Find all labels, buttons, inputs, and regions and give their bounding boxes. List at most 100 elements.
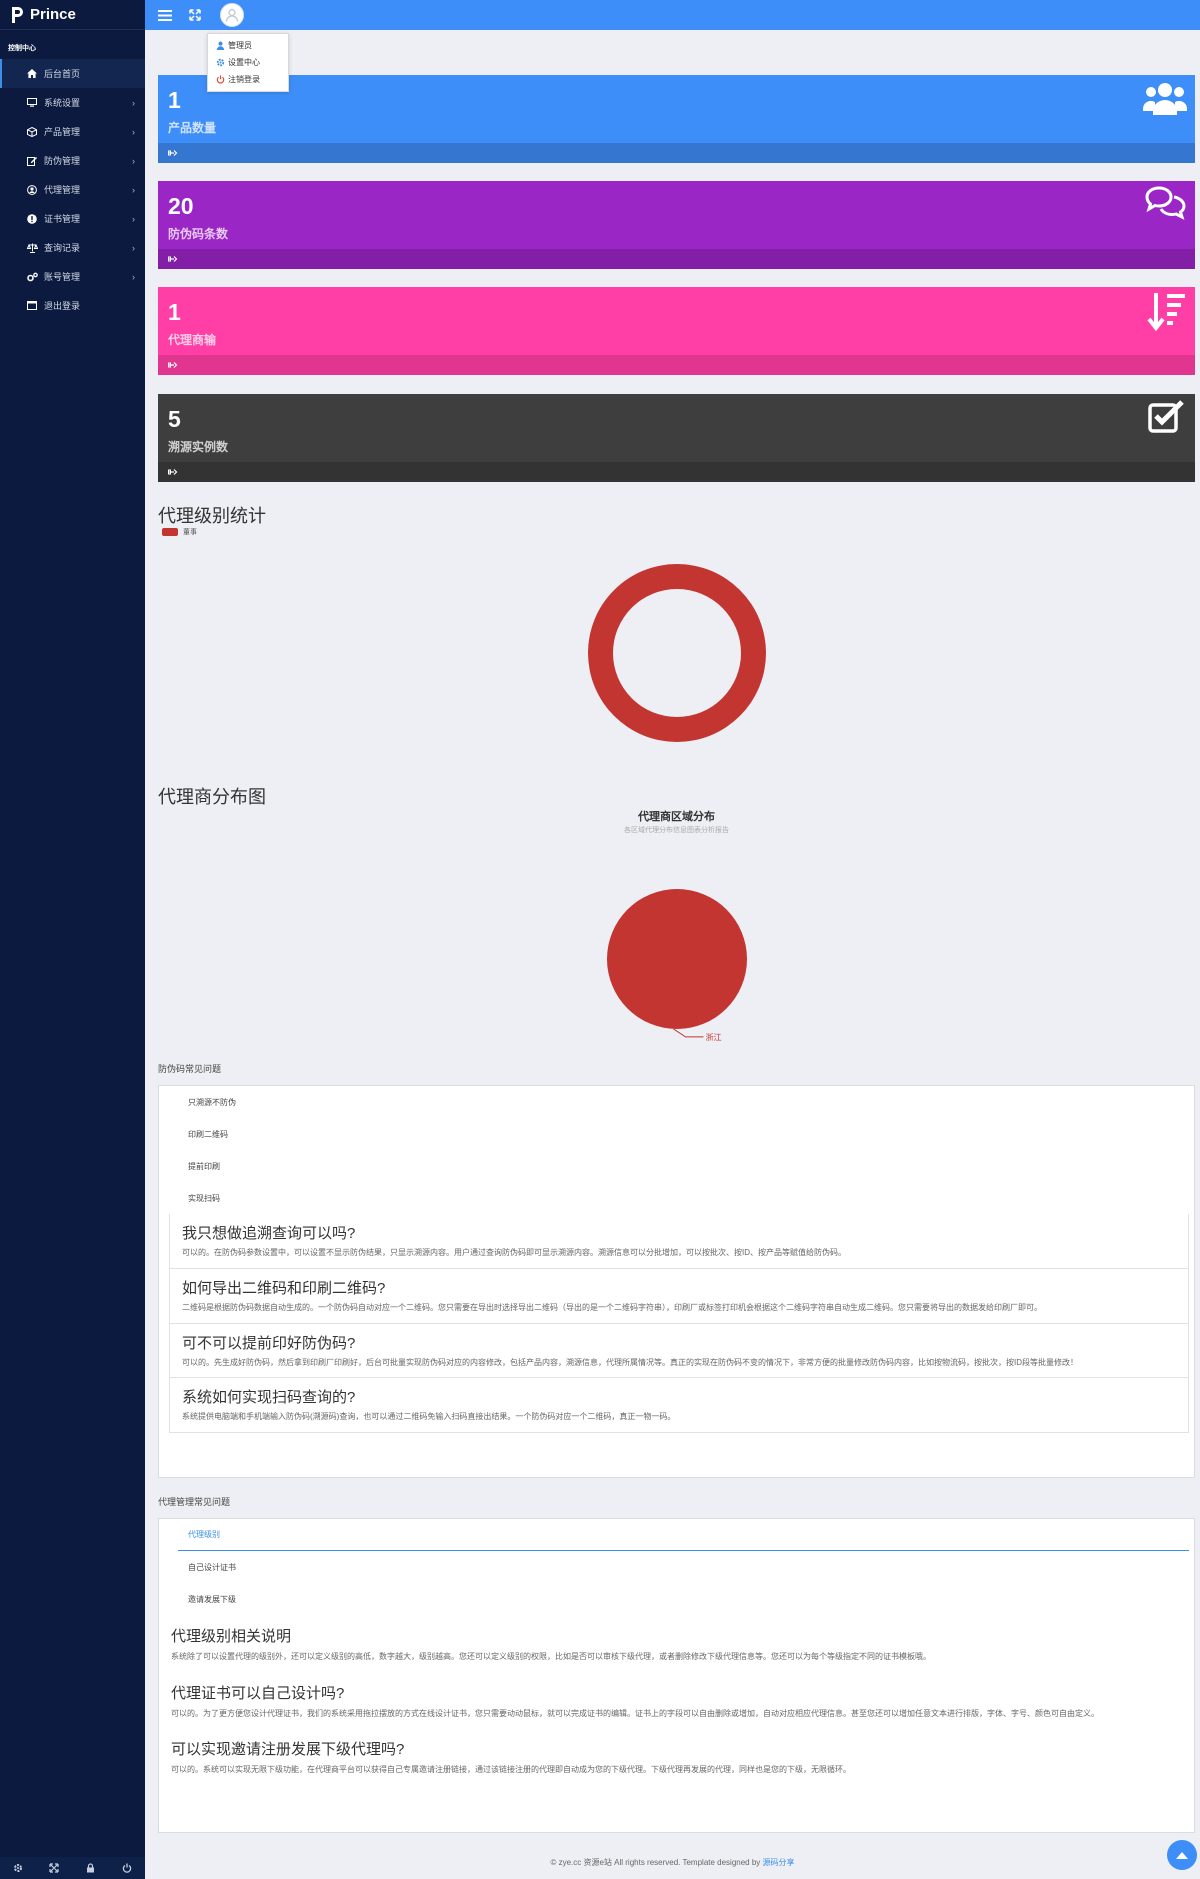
sidebar-item-certificates[interactable]: 证书管理 ›: [0, 204, 145, 233]
stat-card-agents[interactable]: 1 代理商输: [158, 287, 1195, 375]
stat-footer[interactable]: [158, 355, 1195, 375]
menu-toggle-button[interactable]: [150, 0, 180, 30]
faq-answer: 系统除了可以设置代理的级别外，还可以定义级别的高低，数字越大，级别越高。您还可以…: [171, 1652, 931, 1661]
tab-scan-code[interactable]: 实现扫码: [159, 1182, 1194, 1214]
sidebar-item-label: 账号管理: [44, 272, 81, 282]
tab-invite-subordinate[interactable]: 邀请发展下级: [159, 1583, 1194, 1615]
user-circle-icon: [26, 184, 38, 195]
stat-value: 1: [168, 299, 181, 325]
faq-answer: 二维码是根据防伪码数据自动生成的。一个防伪码自动对应一个二维码。您只需要在导出时…: [182, 1302, 1042, 1312]
stat-value: 1: [168, 87, 181, 113]
sidebar-footer: [0, 1857, 145, 1879]
menu-item-settings[interactable]: 设置中心: [208, 54, 288, 71]
stat-footer[interactable]: [158, 143, 1195, 163]
brand-name: Prince: [30, 6, 76, 23]
sort-amount-icon: [1147, 293, 1185, 332]
tab-design-certificate[interactable]: 自己设计证书: [159, 1551, 1194, 1583]
sidebar-item-label: 防伪管理: [44, 156, 81, 166]
stat-footer[interactable]: [158, 249, 1195, 269]
gear-icon: [216, 58, 225, 67]
faq-answer: 可以的。系统可以实现无限下级功能，在代理商平台可以获得自己专属邀请注册链接，通过…: [171, 1765, 851, 1775]
sidebar-item-label: 代理管理: [44, 185, 81, 195]
faq-question: 代理证书可以自己设计吗?: [171, 1684, 345, 1702]
tab-print-advance[interactable]: 提前印刷: [159, 1150, 1194, 1182]
faq-item: 系统如何实现扫码查询的? 系统提供电脑端和手机端输入防伪码(溯源码)查询，也可以…: [169, 1378, 1189, 1434]
users-icon: [1143, 83, 1187, 115]
power-icon: [216, 75, 225, 84]
stat-value: 5: [168, 406, 181, 432]
agent-faq-title: 代理管理常见问题: [158, 1497, 231, 1507]
tab-trace-only[interactable]: 只溯源不防伪: [159, 1086, 1194, 1118]
sidebar-item-products[interactable]: 产品管理 ›: [0, 117, 145, 146]
agent-faq-panel: 代理级别 自己设计证书 邀请发展下级 代理级别相关说明 系统除了可以设置代理的级…: [158, 1518, 1195, 1833]
sidebar-item-dashboard[interactable]: 后台首页: [0, 59, 145, 88]
sidebar-item-logout[interactable]: 退出登录: [0, 291, 145, 320]
sidebar-item-system-settings[interactable]: 系统设置 ›: [0, 88, 145, 117]
pie-slice-0[interactable]: [607, 889, 747, 1029]
legend-swatch: [162, 528, 178, 536]
user-avatar[interactable]: [220, 3, 244, 27]
menu-item-logout[interactable]: 注销登录: [208, 71, 288, 88]
sidebar-item-label: 产品管理: [44, 127, 81, 137]
brand[interactable]: Prince: [0, 0, 145, 30]
topbar: [145, 0, 1200, 30]
hand-pointer-icon: [168, 469, 178, 475]
chevron-right-icon: ›: [132, 126, 135, 137]
chevron-right-icon: ›: [132, 184, 135, 195]
sidebar-item-query-records[interactable]: 查询记录 ›: [0, 233, 145, 262]
sidebar-item-anti-fake[interactable]: 防伪管理 ›: [0, 146, 145, 175]
distribution-title: 代理商分布图: [158, 787, 266, 807]
gear-icon[interactable]: [11, 1863, 25, 1873]
stat-card-trace-instances[interactable]: 5 溯源实例数: [158, 394, 1195, 482]
sidebar-item-label: 查询记录: [44, 243, 81, 253]
fullscreen-button[interactable]: [180, 0, 210, 30]
faq-item: 我只想做追溯查询可以吗? 可以的。在防伪码参数设置中，可以设置不显示防伪结果，只…: [169, 1214, 1189, 1269]
chart-subtitle: 各区域代理分布信息图表分析报告: [624, 827, 729, 834]
tab-agent-level[interactable]: 代理级别: [178, 1519, 1189, 1551]
user-icon: [216, 41, 225, 50]
chart-legend[interactable]: 董事: [162, 527, 197, 537]
menu-item-label: 设置中心: [228, 58, 260, 67]
hamburger-icon: [158, 9, 172, 21]
faq-question: 可以实现邀请注册发展下级代理吗?: [171, 1741, 405, 1759]
pie-slice-0[interactable]: [588, 564, 766, 742]
back-to-top-button[interactable]: [1167, 1840, 1197, 1870]
stat-footer[interactable]: [158, 462, 1195, 482]
hand-pointer-icon: [168, 150, 178, 156]
faq-question: 系统如何实现扫码查询的?: [182, 1389, 356, 1407]
lock-icon[interactable]: [84, 1863, 98, 1873]
tab-print-qrcode[interactable]: 印刷二维码: [159, 1118, 1194, 1150]
faq-answer: 可以的。在防伪码参数设置中，可以设置不显示防伪结果，只显示溯源内容。用户通过查询…: [182, 1248, 846, 1257]
stat-label: 产品数量: [168, 121, 217, 135]
slice-label-line: [673, 1028, 704, 1038]
faq-item: 如何导出二维码和印刷二维码? 二维码是根据防伪码数据自动生成的。一个防伪码自动对…: [169, 1268, 1189, 1324]
sidebar-item-label: 证书管理: [44, 214, 81, 224]
sidebar-item-label: 后台首页: [44, 69, 81, 79]
chevron-right-icon: ›: [132, 97, 135, 108]
chevron-right-icon: ›: [132, 242, 135, 253]
balance-scale-icon: [26, 243, 38, 253]
user-icon: [225, 8, 239, 22]
fullscreen-icon: [189, 9, 201, 21]
sidebar-item-agents[interactable]: 代理管理 ›: [0, 175, 145, 204]
prince-logo-icon: [12, 6, 23, 23]
footer-link[interactable]: 源码分享: [763, 1858, 795, 1867]
copyright: © zye.cc 资源e站 All rights reserved. Templ…: [145, 1857, 1200, 1868]
faq-item: 可以实现邀请注册发展下级代理吗? 可以的。系统可以实现无限下级功能，在代理商平台…: [159, 1728, 1194, 1785]
chevron-right-icon: ›: [132, 155, 135, 166]
stat-card-anti-fake-codes[interactable]: 20 防伪码条数: [158, 181, 1195, 269]
faq-answer: 系统提供电脑端和手机端输入防伪码(溯源码)查询，也可以通过二维码免输入扫码直接出…: [182, 1412, 676, 1422]
stat-card-products[interactable]: 1 产品数量: [158, 75, 1195, 163]
anti-fake-faq-panel: 只溯源不防伪 印刷二维码 提前印刷 实现扫码 我只想做追溯查询可以吗? 可以的。…: [158, 1085, 1195, 1478]
faq-question: 可不可以提前印好防伪码?: [182, 1334, 356, 1352]
expand-icon[interactable]: [47, 1863, 61, 1873]
power-icon[interactable]: [120, 1863, 134, 1873]
menu-item-admin[interactable]: 管理员: [208, 37, 288, 54]
sidebar-item-accounts[interactable]: 账号管理 ›: [0, 262, 145, 291]
stat-label: 防伪码条数: [168, 227, 229, 241]
sidebar: Prince 控制中心 后台首页 系统设置 › 产品管理 › 防伪管理 › 代理…: [0, 0, 145, 1879]
chevron-right-icon: ›: [132, 271, 135, 282]
info-icon: [26, 213, 38, 224]
sidebar-item-label: 退出登录: [44, 301, 81, 311]
slice-label: 浙江: [706, 1032, 722, 1042]
